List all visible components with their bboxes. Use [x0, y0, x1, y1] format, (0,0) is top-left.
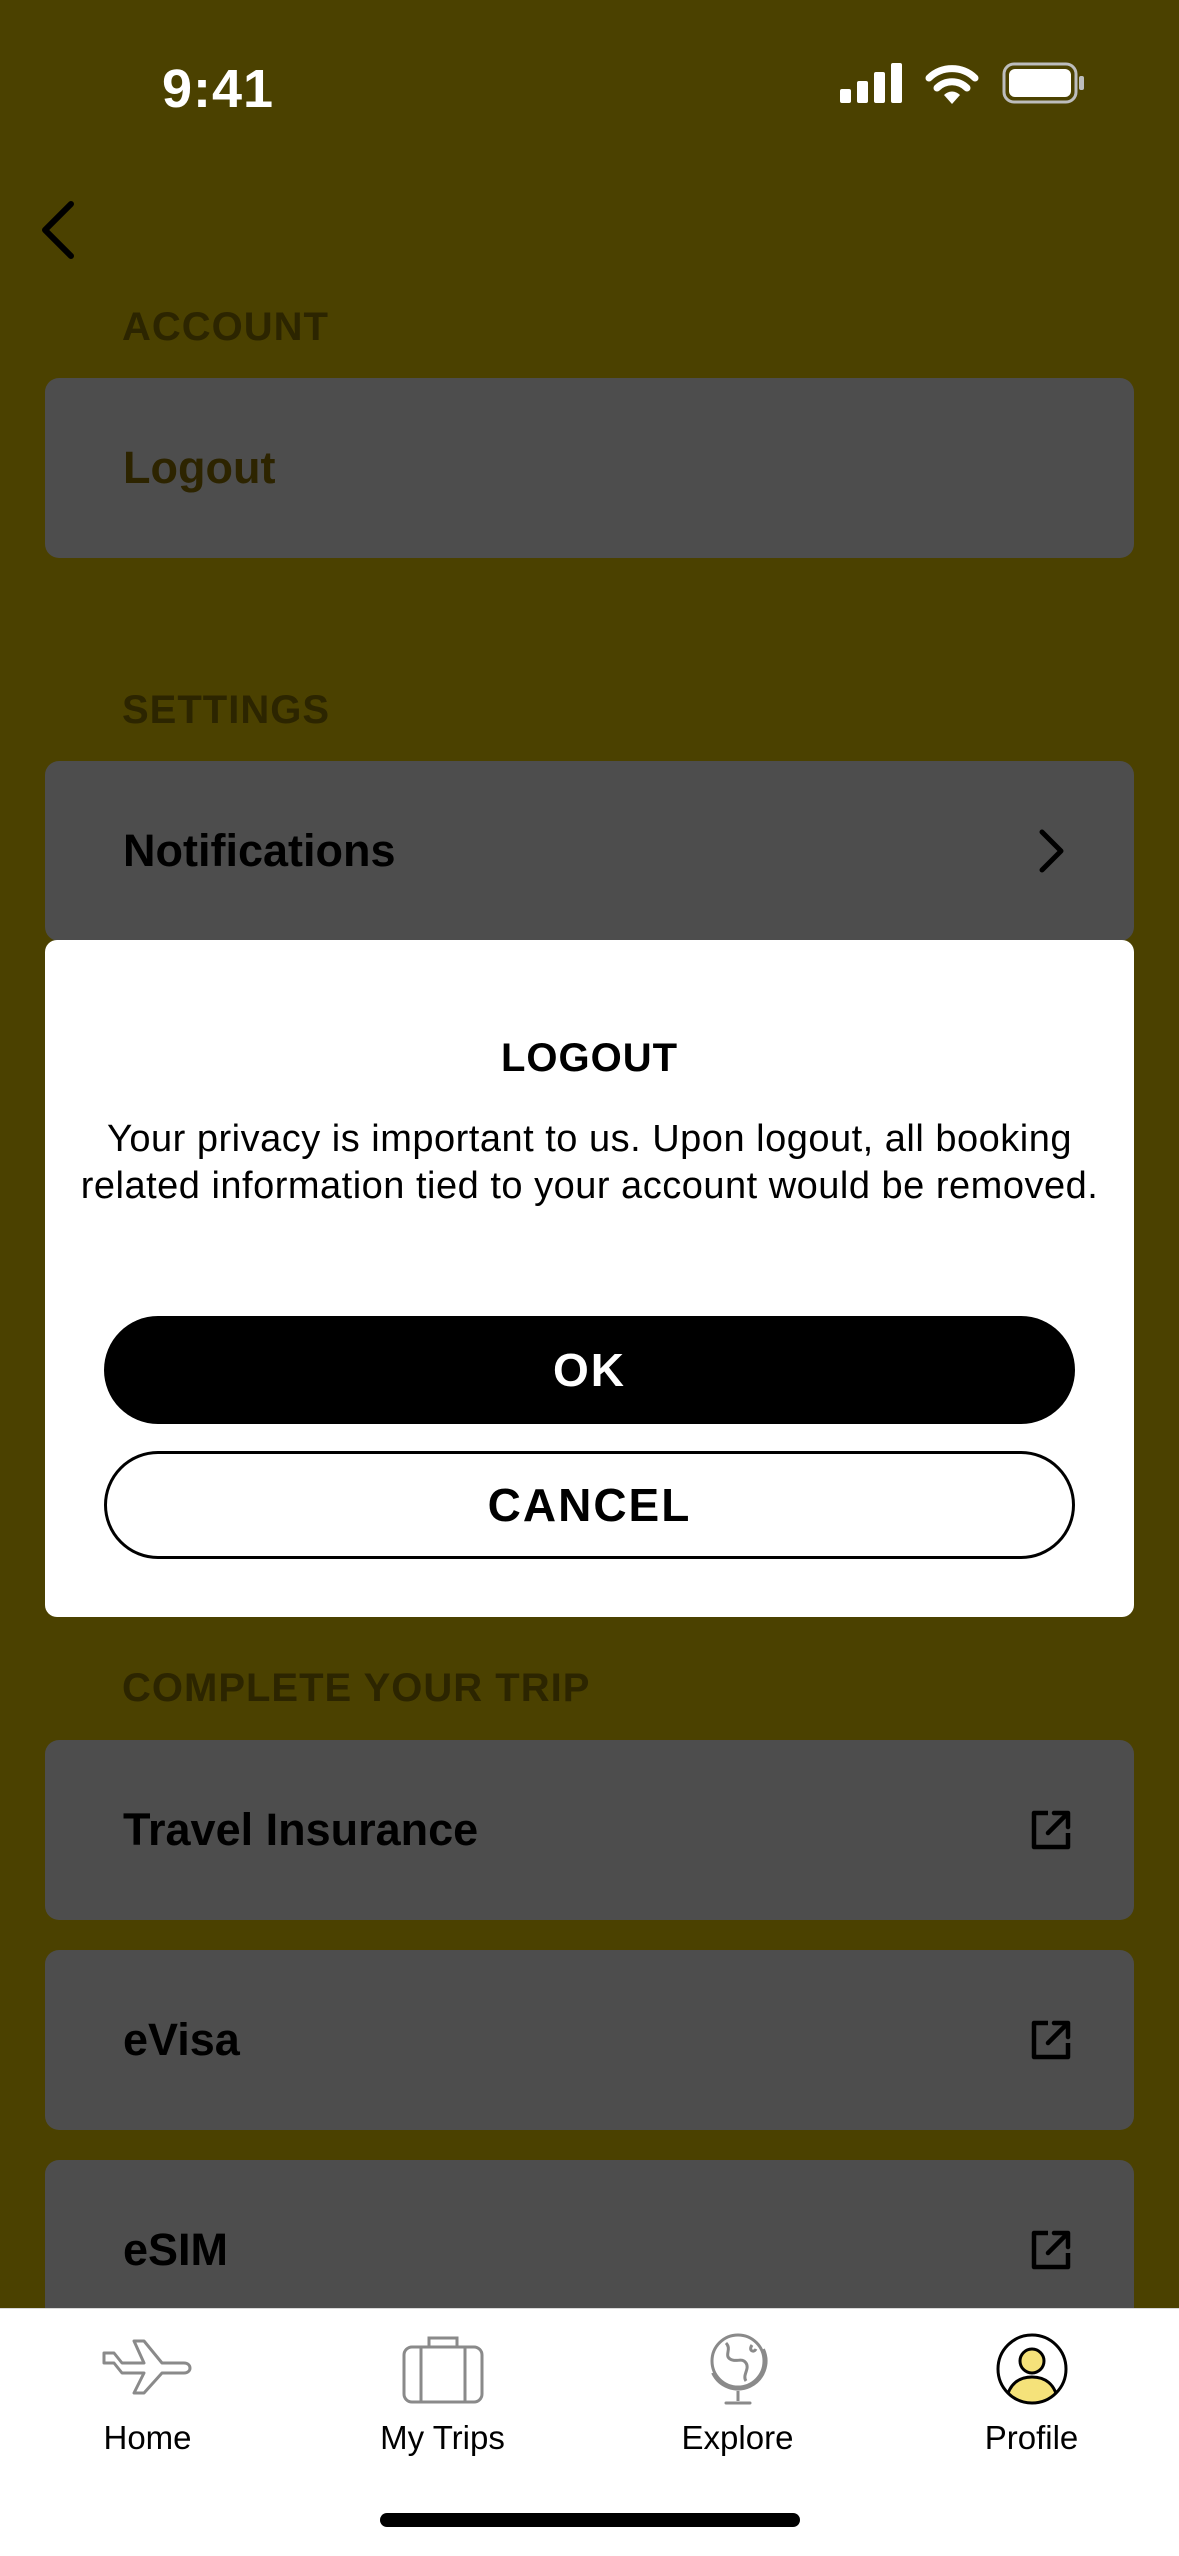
section-title-settings: SETTINGS [122, 688, 331, 732]
battery-icon [1002, 62, 1084, 104]
home-indicator [380, 2513, 800, 2527]
tab-home[interactable]: Home [0, 2309, 295, 2469]
suitcase-icon [402, 2336, 483, 2404]
dialog-title: LOGOUT [500, 1036, 679, 1080]
status-time: 9:41 [162, 59, 275, 119]
travel-insurance-row-label: Travel Insurance [123, 1804, 479, 1855]
logout-dialog: LOGOUT Your privacy is important to us. … [45, 940, 1134, 1617]
tab-explore-label: Explore [681, 2419, 794, 2456]
airplane-icon [102, 2339, 191, 2395]
travel-insurance-row[interactable]: Travel Insurance [45, 1740, 1134, 1920]
evisa-row[interactable]: eVisa [45, 1950, 1134, 2130]
tab-explore[interactable]: Explore [590, 2309, 885, 2469]
tab-my-trips[interactable]: My Trips [295, 2309, 590, 2469]
profile-icon [996, 2333, 1067, 2405]
tab-profile-label: Profile [984, 2419, 1079, 2456]
logout-row[interactable]: Logout [45, 378, 1134, 558]
back-button[interactable] [22, 190, 92, 270]
tab-home-label: Home [103, 2419, 192, 2456]
external-link-icon [1031, 2020, 1071, 2060]
chevron-right-icon [1039, 829, 1064, 873]
section-title-account: ACCOUNT [122, 305, 329, 349]
notifications-row[interactable]: Notifications [45, 761, 1134, 941]
section-title-complete-trip: COMPLETE YOUR TRIP [122, 1666, 591, 1710]
notifications-row-label: Notifications [123, 825, 396, 876]
chevron-left-icon [42, 201, 74, 259]
tab-profile[interactable]: Profile [884, 2309, 1179, 2469]
logout-row-label: Logout [123, 442, 276, 493]
cellular-signal-icon [840, 63, 902, 103]
external-link-icon [1031, 1810, 1071, 1850]
tab-my-trips-label: My Trips [380, 2419, 505, 2456]
ok-button[interactable]: OK [104, 1316, 1075, 1424]
esim-row-label: eSIM [123, 2224, 229, 2275]
evisa-row-label: eVisa [123, 2014, 240, 2065]
status-bar: 9:41 [0, 0, 1179, 170]
external-link-icon [1031, 2230, 1071, 2270]
status-icons [840, 62, 1086, 104]
globe-icon [710, 2333, 767, 2405]
wifi-icon [925, 65, 979, 104]
cancel-button[interactable]: CANCEL [104, 1451, 1075, 1559]
dialog-message: Your privacy is important to us. Upon lo… [80, 1118, 1099, 1207]
